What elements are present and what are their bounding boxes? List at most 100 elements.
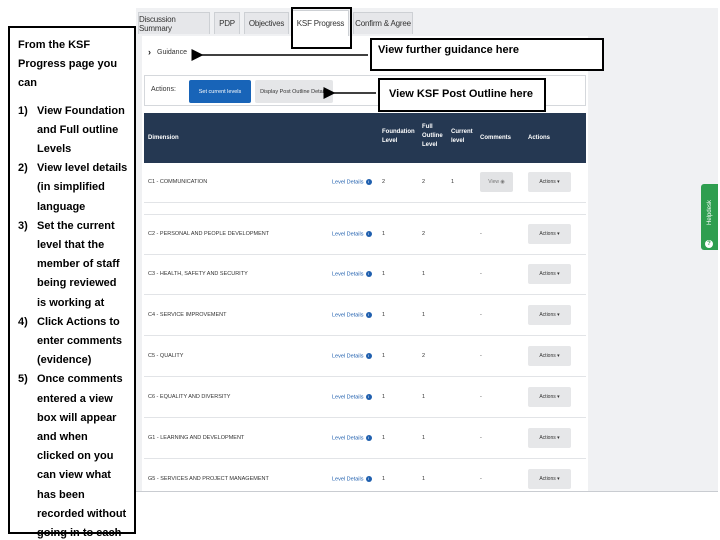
dimension-name: C5 - QUALITY [148, 353, 184, 359]
table-row: C2 - PERSONAL AND PEOPLE DEVELOPMENT Leve… [144, 215, 586, 255]
comments-value: - [480, 353, 482, 359]
outline-callout: View KSF Post Outline here [378, 78, 546, 112]
level-details-link[interactable]: Level Details i [332, 476, 372, 482]
step-number: 2) [18, 162, 28, 175]
level-details-link[interactable]: Level Details i [332, 312, 372, 318]
table-row: G5 - SERVICES AND PROJECT MANAGEMENT Leve… [144, 460, 586, 491]
tab-objectives[interactable]: Objectives [244, 12, 289, 34]
full-outline-level-value: 2 [422, 179, 426, 185]
foundation-level-value: 1 [382, 312, 386, 318]
info-icon: i [365, 179, 372, 185]
level-details-link[interactable]: Level Details i [332, 179, 372, 185]
comments-value: - [480, 231, 482, 237]
header-comments: Comments [480, 135, 512, 141]
level-details-label: Level Details [332, 476, 364, 483]
tab-pdp[interactable]: PDP [214, 12, 240, 34]
table-row: C6 - EQUALITY AND DIVERSITY Level Details… [144, 378, 586, 418]
info-icon: i [365, 435, 372, 441]
actions-label: Actions: [151, 86, 176, 93]
slide: Discussion Summary PDP Objectives KSF Pr… [0, 0, 720, 540]
eye-icon: ◉ [500, 179, 505, 185]
dimension-name: C2 - PERSONAL AND PEOPLE DEVELOPMENT [148, 231, 270, 237]
step-number: 4) [18, 315, 28, 328]
level-details-label: Level Details [332, 435, 364, 442]
table-row: C5 - QUALITY Level Details i 1 2 - Actions ▾ [144, 337, 586, 377]
info-icon: i [365, 231, 372, 237]
comments-value: - [480, 271, 482, 277]
guidance-toggle[interactable]: › Guidance [148, 47, 187, 57]
level-details-label: Level Details [332, 231, 364, 238]
level-details-link[interactable]: Level Details i [332, 435, 372, 441]
level-details-label: Level Details [332, 312, 364, 319]
dimension-name: C3 - HEALTH, SAFETY AND SECURITY [148, 271, 248, 277]
instruction-step: 4) Click Actions to enter comments (evide… [18, 313, 128, 371]
comments-value: - [480, 312, 482, 318]
foundation-level-value: 1 [382, 231, 386, 237]
dimension-name: C1 - COMMUNICATION [148, 179, 208, 185]
dimension-name: G5 - SERVICES AND PROJECT MANAGEMENT [148, 476, 269, 482]
info-icon: i [365, 271, 372, 277]
info-icon: i [365, 394, 372, 400]
comments-value: - [480, 435, 482, 441]
instruction-step: 3) Set the current level that the member … [18, 217, 128, 313]
table-row: C3 - HEALTH, SAFETY AND SECURITY Level De… [144, 255, 586, 295]
step-text: Set the current level that the member of… [37, 219, 120, 309]
step-number: 3) [18, 219, 28, 232]
instructions-intro: From the KSF Progress page you can [18, 39, 118, 90]
helpdesk-tab[interactable]: Helpdesk ? [701, 184, 718, 250]
full-outline-level-value: 1 [422, 435, 426, 441]
info-icon: i [365, 476, 372, 482]
actions-dropdown-button[interactable]: Actions ▾ [528, 305, 571, 325]
instructions-list: 1) View Foundation and Full outline Level… [18, 102, 128, 540]
full-outline-level-value: 2 [422, 353, 426, 359]
dimension-name: C6 - EQUALITY AND DIVERSITY [148, 394, 231, 400]
instruction-step: 5) Once comments entered a view box will … [18, 370, 128, 540]
info-icon: i [365, 312, 372, 318]
level-details-link[interactable]: Level Details i [332, 394, 372, 400]
foundation-level-value: 1 [382, 271, 386, 277]
actions-dropdown-button[interactable]: Actions ▾ [528, 172, 571, 192]
foundation-level-value: 1 [382, 353, 386, 359]
step-text: Once comments entered a view box will ap… [37, 373, 127, 540]
step-text: View level details (in simplified langua… [37, 162, 128, 213]
header-dimension: Dimension [148, 135, 179, 141]
comments-value: - [480, 394, 482, 400]
question-icon: ? [705, 240, 713, 248]
view-comments-button[interactable]: View ◉ [480, 172, 513, 192]
dimension-name: G1 - LEARNING AND DEVELOPMENT [148, 435, 245, 441]
dimension-name: C4 - SERVICE IMPROVEMENT [148, 312, 227, 318]
full-outline-level-value: 2 [422, 231, 426, 237]
foundation-level-value: 1 [382, 435, 386, 441]
actions-dropdown-button[interactable]: Actions ▾ [528, 346, 571, 366]
actions-dropdown-button[interactable]: Actions ▾ [528, 264, 571, 284]
chevron-right-icon: › [148, 47, 151, 57]
full-outline-level-value: 1 [422, 476, 426, 482]
table-row: C1 - COMMUNICATION Level Details i 2 2 1 View … [144, 163, 586, 203]
guidance-callout-text: View further guidance here [378, 44, 520, 56]
display-post-outline-button[interactable]: Display Post Outline Details [255, 80, 333, 103]
foundation-level-value: 2 [382, 179, 386, 185]
actions-dropdown-button[interactable]: Actions ▾ [528, 428, 571, 448]
instruction-step: 1) View Foundation and Full outline Level… [18, 102, 128, 160]
level-details-link[interactable]: Level Details i [332, 271, 372, 277]
header-actions: Actions [528, 135, 551, 141]
guidance-callout: View further guidance here [370, 38, 604, 71]
tab-discussion-summary[interactable]: Discussion Summary [138, 12, 210, 34]
full-outline-level-value: 1 [422, 312, 426, 318]
helpdesk-label: Helpdesk [707, 199, 713, 225]
tab-confirm-agree[interactable]: Confirm & Agree [353, 12, 413, 34]
step-text: Click Actions to enter comments (evidenc… [37, 315, 122, 367]
current-level-value: 1 [451, 179, 455, 185]
step-text: View Foundation and Full outline Levels [37, 104, 125, 156]
level-details-label: Level Details [332, 271, 364, 278]
level-details-link[interactable]: Level Details i [332, 353, 372, 359]
level-details-link[interactable]: Level Details i [332, 231, 372, 237]
guidance-label: Guidance [157, 48, 187, 56]
step-number: 1) [18, 104, 28, 117]
view-comments-label: View [488, 179, 499, 185]
set-current-levels-button[interactable]: Set current levels [189, 80, 251, 103]
actions-dropdown-button[interactable]: Actions ▾ [528, 224, 571, 244]
actions-dropdown-button[interactable]: Actions ▾ [528, 387, 571, 407]
actions-dropdown-button[interactable]: Actions ▾ [528, 469, 571, 489]
header-full-outline-level: Full Outline Level [422, 124, 443, 148]
